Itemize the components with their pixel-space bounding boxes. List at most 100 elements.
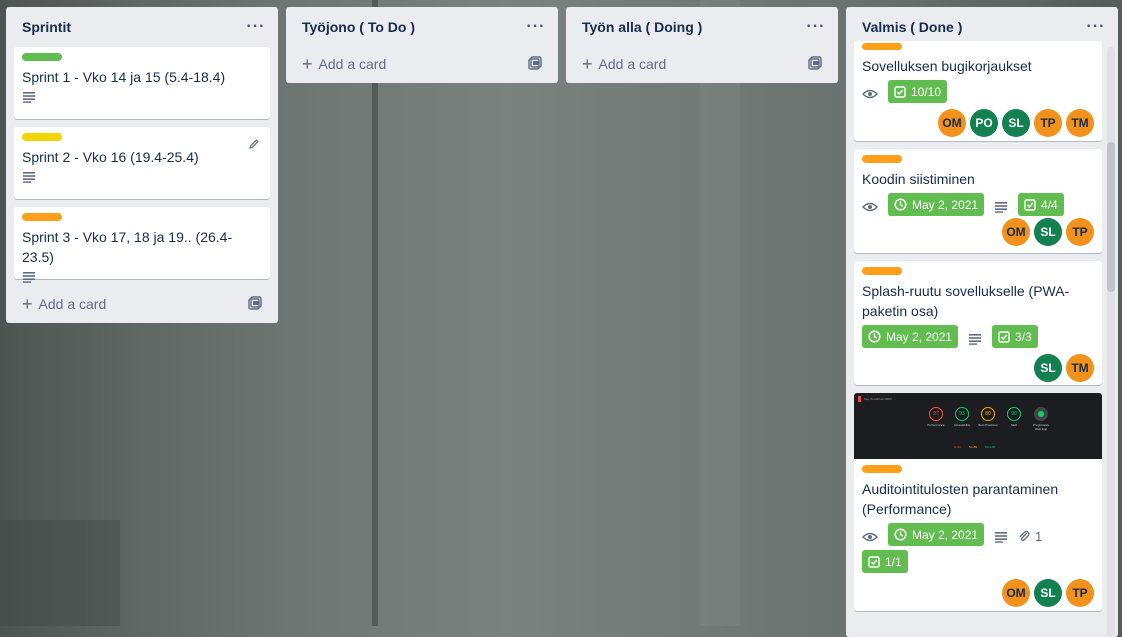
- avatar[interactable]: SL: [1034, 218, 1062, 246]
- list-title[interactable]: Työn alla ( Doing ): [582, 19, 702, 35]
- avatar[interactable]: SL: [1034, 579, 1062, 607]
- cover-url: http://localhost:3000/: [864, 396, 892, 401]
- avatar[interactable]: SL: [1002, 109, 1030, 137]
- avatar[interactable]: OM: [1002, 218, 1030, 246]
- list-title[interactable]: Työjono ( To Do ): [302, 19, 415, 35]
- card-template-icon[interactable]: [248, 295, 262, 313]
- card-title: Sprint 2 - Vko 16 (19.4-25.4): [22, 149, 199, 165]
- list-todo: Työjono ( To Do ) ··· + Add a card: [286, 7, 558, 83]
- label-yellow[interactable]: [22, 133, 62, 141]
- avatar[interactable]: TM: [1066, 354, 1094, 382]
- card-template-icon[interactable]: [808, 55, 822, 73]
- label-orange[interactable]: [862, 267, 902, 275]
- list-menu-icon[interactable]: ···: [1082, 13, 1110, 41]
- due-date: May 2, 2021: [912, 527, 979, 542]
- label-orange[interactable]: [22, 213, 62, 221]
- lighthouse-scores: 27 Performance 93 Accessibility 80 Best …: [926, 407, 1052, 431]
- legend-item: 50–89: [968, 445, 978, 449]
- due-date-badge[interactable]: May 2, 2021: [888, 193, 985, 216]
- avatar[interactable]: PO: [970, 109, 998, 137]
- add-card-label: Add a card: [38, 296, 107, 312]
- card-members: OM PO SL TP TM: [862, 109, 1094, 137]
- checklist-badge: 1/1: [862, 550, 908, 573]
- card-cover-image[interactable]: http://localhost:3000/ 27 Performance 93…: [854, 393, 1102, 459]
- checklist-count: 4/4: [1041, 197, 1058, 212]
- legend-item: 90–100: [985, 445, 996, 449]
- avatar[interactable]: TP: [1066, 579, 1094, 607]
- card-audit-performance[interactable]: http://localhost:3000/ 27 Performance 93…: [854, 393, 1102, 611]
- card-title: Koodin siistiminen: [862, 171, 975, 187]
- card-title: Auditointitulosten parantaminen (Perform…: [862, 481, 1059, 517]
- score-label: Best Practices: [978, 423, 998, 427]
- description-icon: [994, 201, 1008, 213]
- label-orange[interactable]: [862, 155, 902, 163]
- list-header: Työn alla ( Doing ) ···: [574, 7, 830, 47]
- label-orange[interactable]: [862, 43, 902, 50]
- background-streak: [700, 0, 740, 626]
- description-icon: [968, 333, 982, 345]
- legend-item: 0–49: [954, 445, 961, 449]
- list-menu-icon[interactable]: ···: [242, 13, 270, 41]
- avatar[interactable]: OM: [938, 109, 966, 137]
- description-icon: [994, 531, 1008, 543]
- score-legend: 0–49 50–89 90–100: [954, 445, 995, 449]
- score-gauge: 90 SEO: [1004, 407, 1024, 431]
- add-card-button[interactable]: + Add a card: [294, 47, 550, 81]
- card-members: SL TM: [862, 354, 1094, 382]
- card-code-cleanup[interactable]: Koodin siistiminen May 2, 2021 4/4 OM SL…: [854, 149, 1102, 253]
- avatar[interactable]: OM: [1002, 579, 1030, 607]
- list-title[interactable]: Sprintit: [22, 19, 71, 35]
- score-value: 90: [1007, 407, 1021, 421]
- plus-icon: +: [22, 294, 33, 314]
- card-title: Sprint 1 - Vko 14 ja 15 (5.4-18.4): [22, 69, 226, 85]
- avatar[interactable]: TP: [1066, 218, 1094, 246]
- score-gauge: Progressive Web App: [1030, 407, 1052, 431]
- list-menu-icon[interactable]: ···: [802, 13, 830, 41]
- card-members: OM SL TP: [862, 579, 1094, 607]
- due-date-badge[interactable]: May 2, 2021: [888, 523, 985, 546]
- card-title: Sovelluksen bugikorjaukset: [862, 58, 1032, 74]
- score-label: SEO: [1010, 423, 1018, 427]
- checklist-count: 3/3: [1015, 329, 1032, 344]
- list-menu-icon[interactable]: ···: [522, 13, 550, 41]
- watching-eye-icon: [862, 531, 878, 543]
- scrollbar[interactable]: [1107, 47, 1115, 637]
- watching-eye-icon: [862, 88, 878, 100]
- label-green[interactable]: [22, 53, 62, 61]
- checklist-badge: 10/10: [888, 80, 948, 103]
- card-splash-screen[interactable]: Splash-ruutu sovellukselle (PWA-paketin …: [854, 261, 1102, 385]
- background-streak: [372, 0, 378, 626]
- watching-eye-icon: [862, 201, 878, 213]
- scrollbar-thumb[interactable]: [1107, 142, 1115, 292]
- score-gauge: 80 Best Practices: [978, 407, 998, 431]
- card-sprint-1[interactable]: Sprint 1 - Vko 14 ja 15 (5.4-18.4): [14, 47, 270, 119]
- due-date-badge[interactable]: May 2, 2021: [862, 325, 959, 348]
- card-title: Sprint 3 - Vko 17, 18 ja 19.. (26.4-23.5…: [22, 229, 233, 265]
- pwa-badge-icon: [1034, 407, 1048, 421]
- score-label: Accessibility: [953, 423, 971, 427]
- list-header: Työjono ( To Do ) ···: [294, 7, 550, 47]
- description-icon: [22, 171, 36, 183]
- avatar[interactable]: TM: [1066, 109, 1094, 137]
- avatar[interactable]: SL: [1034, 354, 1062, 382]
- card-sprint-2[interactable]: Sprint 2 - Vko 16 (19.4-25.4): [14, 127, 270, 199]
- card-sprint-3[interactable]: Sprint 3 - Vko 17, 18 ja 19.. (26.4-23.5…: [14, 207, 270, 283]
- card-bugfixes[interactable]: Sovelluksen bugikorjaukset 10/10 OM PO S…: [854, 41, 1102, 141]
- score-gauge: 93 Accessibility: [952, 407, 972, 431]
- lighthouse-icon: [858, 396, 861, 402]
- checklist-badge: 3/3: [992, 325, 1038, 348]
- background-shadow: [0, 520, 120, 626]
- list-done: Valmis ( Done ) ··· Sovelluksen bugikorj…: [846, 7, 1118, 637]
- list-doing: Työn alla ( Doing ) ··· + Add a card: [566, 7, 838, 83]
- label-orange[interactable]: [862, 465, 902, 473]
- avatar[interactable]: TP: [1034, 109, 1062, 137]
- score-value: 80: [981, 407, 995, 421]
- edit-pencil-icon[interactable]: [248, 137, 260, 153]
- add-card-button[interactable]: + Add a card: [14, 287, 270, 321]
- add-card-button[interactable]: + Add a card: [574, 47, 830, 81]
- card-template-icon[interactable]: [528, 55, 542, 73]
- score-label: Progressive Web App: [1033, 423, 1049, 431]
- score-value: 27: [929, 407, 943, 421]
- plus-icon: +: [302, 54, 313, 74]
- list-title[interactable]: Valmis ( Done ): [862, 19, 962, 35]
